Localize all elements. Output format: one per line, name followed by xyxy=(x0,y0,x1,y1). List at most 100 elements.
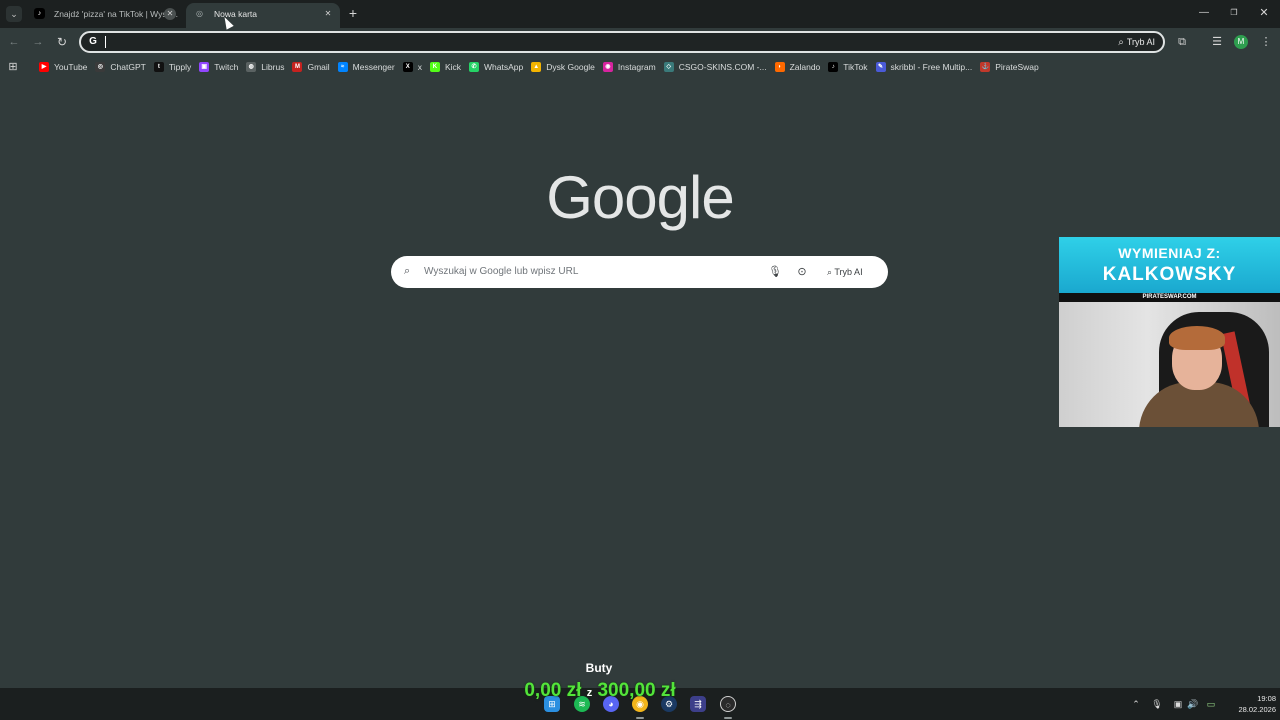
google-logo: Google xyxy=(546,164,734,231)
youtube-icon: ▶ xyxy=(39,62,49,72)
minimize-button[interactable]: — xyxy=(1196,5,1212,21)
bookmark-librus[interactable]: ◍ Librus xyxy=(243,59,289,75)
close-window-button[interactable]: ✕ xyxy=(1256,5,1272,21)
tiktok-icon: ♪ xyxy=(34,8,45,19)
pirateswap-icon: ⚓ xyxy=(980,62,991,72)
webcam-feed xyxy=(1059,302,1280,427)
battery-icon[interactable]: ▭ xyxy=(1203,696,1219,712)
network-icon[interactable]: ▣ xyxy=(1171,696,1185,712)
arrow-right-icon: → xyxy=(32,36,44,48)
profile-avatar[interactable]: M xyxy=(1234,35,1248,49)
back-button[interactable]: ← xyxy=(6,34,22,50)
sponsor-banner: WYMIENIAJ Z: KALKOWSKY xyxy=(1059,237,1280,293)
obs-icon[interactable]: ◌ xyxy=(720,696,736,712)
new-tab-button[interactable]: + xyxy=(346,5,360,21)
bookmark-label: skribbl - Free Multip... xyxy=(890,62,973,72)
tab-title: Nowa karta xyxy=(214,9,257,19)
bookmark-label: Tipply xyxy=(168,62,192,72)
bookmark-skribbl-free-multip[interactable]: ✎ skribbl - Free Multip... xyxy=(873,59,978,75)
kebab-menu-icon: ⋮ xyxy=(1260,36,1272,48)
goal-amount: 0,00 zł z 300,00 zł xyxy=(500,680,700,702)
bookmark-label: CSGO-SKINS.COM -... xyxy=(678,62,767,72)
bookmark-label: WhatsApp xyxy=(484,62,524,72)
search-icon: ⌕ xyxy=(404,265,411,277)
profile-initial: M xyxy=(1237,37,1245,46)
minimize-icon: — xyxy=(1199,7,1209,18)
restore-icon: ❐ xyxy=(1230,8,1238,17)
bookmark-tiktok[interactable]: ♪ TikTok xyxy=(825,59,872,75)
skribbl-icon: ✎ xyxy=(875,62,886,72)
bookmark-kick[interactable]: K Kick xyxy=(427,59,466,75)
search-sparkle-icon: ⌕ xyxy=(1118,37,1124,48)
apps-grid-icon[interactable]: ⊞ xyxy=(6,60,20,74)
bookmark-whatsapp[interactable]: ✆ WhatsApp xyxy=(466,59,528,75)
bookmarks-bar: ⊞ ▶ YouTube ◎ ChatGPT t Tipply ▣ Twitch ◍ Librus M… xyxy=(0,56,1280,78)
banner-line-2: KALKOWSKY xyxy=(1102,264,1237,285)
bookmark-csgo-skins-com[interactable]: ◇ CSGO-SKINS.COM -... xyxy=(661,59,772,75)
goal-current: 0,00 zł xyxy=(524,680,582,701)
bookmark-gmail[interactable]: M Gmail xyxy=(289,59,334,75)
bookmark-twitch[interactable]: ▣ Twitch xyxy=(196,59,243,75)
media-controls-button[interactable]: ☰ xyxy=(1209,34,1225,50)
bookmark-label: Librus xyxy=(261,62,285,72)
menu-button[interactable]: ⋮ xyxy=(1258,34,1274,50)
tab-strip: ⌄ ♪ Znajdź 'pizza' na TikTok | Wysz... ✕… xyxy=(0,0,1280,28)
bookmark-chatgpt[interactable]: ◎ ChatGPT xyxy=(92,59,150,75)
chevron-down-icon: ⌄ xyxy=(10,9,18,19)
bookmark-label: PirateSwap xyxy=(995,62,1039,72)
clock-date: 28.02.2026 xyxy=(1238,705,1276,714)
running-indicator xyxy=(636,717,644,719)
google-lens-icon[interactable]: ⊙ xyxy=(794,264,810,280)
volume-icon[interactable]: 🔊 xyxy=(1186,696,1200,712)
restore-button[interactable]: ❐ xyxy=(1226,5,1242,21)
bookmark-label: Twitch xyxy=(214,62,239,72)
bookmark-label: ChatGPT xyxy=(110,62,146,72)
x-icon: X xyxy=(402,62,413,72)
messenger-icon: ≈ xyxy=(337,62,348,72)
tab-tiktok-search[interactable]: ♪ Znajdź 'pizza' na TikTok | Wysz... ✕ xyxy=(26,3,182,28)
bookmark-zalando[interactable]: ◗ Zalando xyxy=(772,59,826,75)
microphone-icon[interactable]: 🎙 xyxy=(768,264,782,280)
streamer-hair xyxy=(1169,326,1225,350)
bookmark-label: Dysk Google xyxy=(546,62,595,72)
bookmark-instagram[interactable]: ◉ Instagram xyxy=(600,59,661,75)
tab-title: Znajdź 'pizza' na TikTok | Wysz... xyxy=(54,9,178,19)
extensions-button[interactable]: ⧉ xyxy=(1174,34,1190,50)
clock-time: 19:08 xyxy=(1257,694,1276,703)
microphone-tray-icon[interactable]: 🎙 xyxy=(1150,696,1164,712)
tab-search-button[interactable]: ⌄ xyxy=(6,6,22,22)
text-caret xyxy=(105,36,106,48)
ai-mode-label: Tryb AI xyxy=(834,267,863,277)
forward-button[interactable]: → xyxy=(30,34,46,50)
bookmark-tipply[interactable]: t Tipply xyxy=(151,59,196,75)
gmail-icon: M xyxy=(292,62,303,72)
address-bar[interactable]: G ⌕ Tryb AI xyxy=(79,31,1165,53)
whatsapp-icon: ✆ xyxy=(469,62,480,72)
chatgpt-icon: ◎ xyxy=(95,62,106,72)
close-icon[interactable]: ✕ xyxy=(164,8,176,20)
bookmark-messenger[interactable]: ≈ Messenger xyxy=(335,59,400,75)
arrow-left-icon: ← xyxy=(8,36,20,48)
tiktok-icon: ♪ xyxy=(828,62,839,72)
chrome-newtab-icon: ◎ xyxy=(196,9,203,18)
bookmark-pirateswap[interactable]: ⚓ PirateSwap xyxy=(977,59,1043,75)
google-g-icon: G xyxy=(89,36,97,47)
bookmark-youtube[interactable]: ▶ YouTube xyxy=(36,59,92,75)
bookmark-dysk-google[interactable]: ▲ Dysk Google xyxy=(528,59,600,75)
running-indicator xyxy=(724,717,732,719)
search-input[interactable]: Wyszukaj w Google lub wpisz URL xyxy=(424,265,578,279)
ai-mode-button[interactable]: ⌕ Tryb AI xyxy=(821,262,869,282)
ai-mode-button[interactable]: ⌕ Tryb AI xyxy=(1118,34,1155,50)
close-icon[interactable]: ✕ xyxy=(322,8,334,20)
bookmark-label: Messenger xyxy=(352,62,395,72)
search-box[interactable]: ⌕ Wyszukaj w Google lub wpisz URL 🎙 ⊙ ⌕ … xyxy=(391,256,888,288)
close-icon: ✕ xyxy=(1259,7,1269,19)
system-clock[interactable]: 19:08 28.02.2026 xyxy=(1222,693,1276,715)
reload-button[interactable]: ↻ xyxy=(54,34,70,50)
bookmark-x[interactable]: Xx xyxy=(400,59,427,75)
tray-overflow-icon[interactable]: ⌃ xyxy=(1129,696,1143,712)
tab-new-tab[interactable]: ◎ Nowa karta ✕ xyxy=(186,3,340,28)
zalando-icon: ◗ xyxy=(774,62,785,72)
goal-separator: z xyxy=(586,687,593,699)
instagram-icon: ◉ xyxy=(602,62,613,72)
